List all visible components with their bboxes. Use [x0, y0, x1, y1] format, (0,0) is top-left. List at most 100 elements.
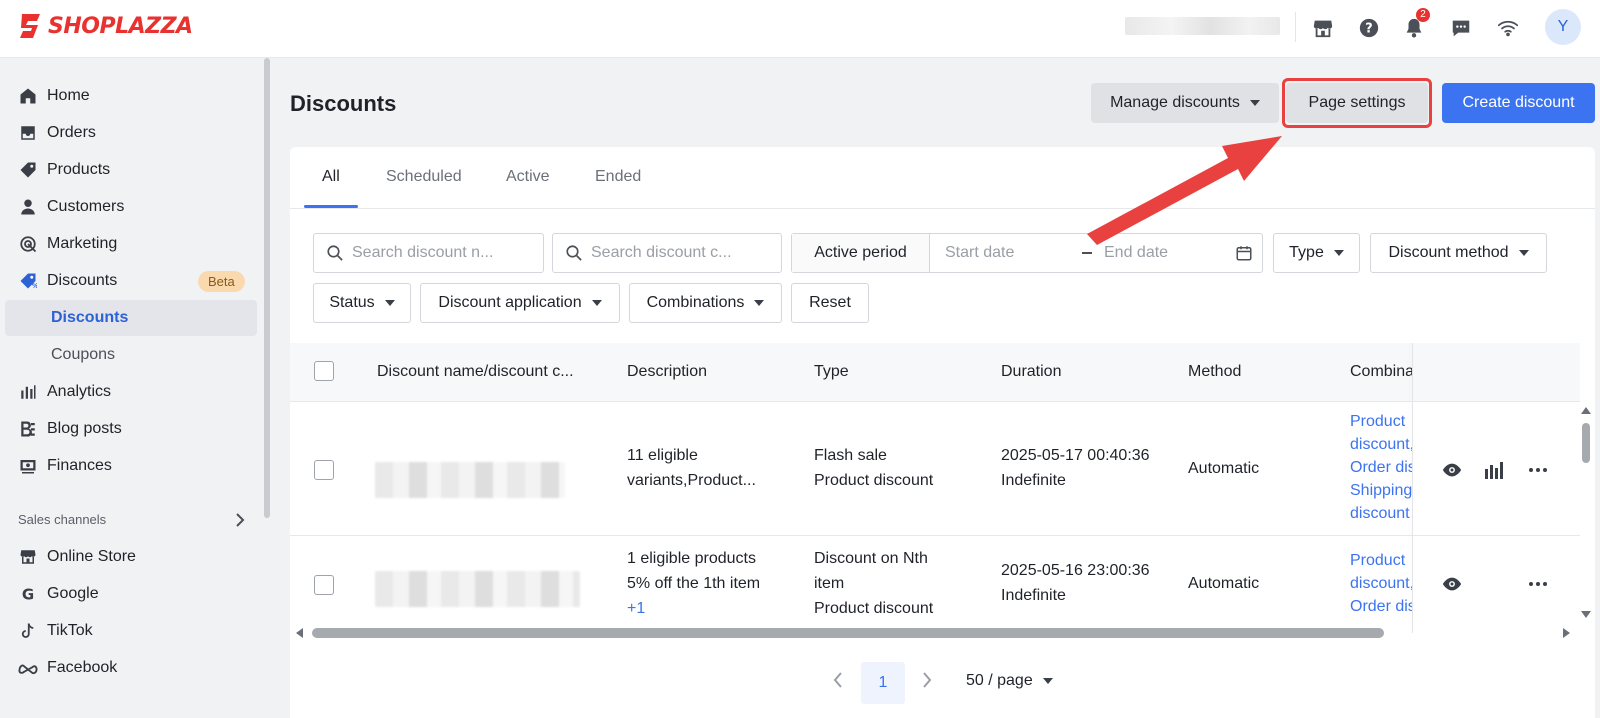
caret-down-icon: [384, 300, 395, 306]
sidebar-item-facebook[interactable]: Facebook: [5, 650, 257, 686]
vertical-scrollbar[interactable]: [1582, 423, 1590, 463]
search-icon: [326, 244, 344, 262]
sidebar-item-label: Home: [47, 87, 90, 104]
column-header-name[interactable]: Discount name/discount c...: [377, 363, 574, 381]
sidebar-item-label: Orders: [47, 124, 96, 141]
sidebar-item-label: Discounts: [47, 272, 118, 289]
person-icon: [18, 197, 38, 217]
more-icon[interactable]: [1526, 572, 1550, 596]
analytics-icon[interactable]: [1482, 458, 1506, 482]
sidebar-item-orders[interactable]: Orders: [5, 115, 257, 151]
create-discount-button[interactable]: Create discount: [1442, 83, 1595, 123]
discount-tag-icon: %: [18, 271, 38, 291]
store-name-blurred[interactable]: [1125, 17, 1280, 35]
caret-down-icon: [754, 300, 765, 306]
start-date-input[interactable]: [945, 234, 1070, 272]
more-icon[interactable]: [1526, 458, 1550, 482]
sidebar-item-label: Finances: [47, 457, 112, 474]
sidebar-item-products[interactable]: Products: [5, 152, 257, 188]
active-period-label: Active period: [792, 234, 930, 272]
column-header-combinations: Combina: [1350, 363, 1412, 380]
discount-application-filter[interactable]: Discount application: [420, 283, 620, 323]
status-filter[interactable]: Status: [313, 283, 411, 323]
row-method: Automatic: [1188, 575, 1260, 592]
eye-icon[interactable]: [1440, 458, 1464, 482]
more-link[interactable]: +1: [627, 596, 760, 621]
select-all-checkbox[interactable]: [314, 361, 334, 381]
scroll-left-arrow[interactable]: [296, 628, 303, 638]
tab-scheduled[interactable]: Scheduled: [386, 168, 462, 186]
page-size-select[interactable]: 50 / page: [966, 672, 1053, 690]
sidebar: Home Orders Products Customers Marketing…: [0, 58, 270, 718]
row-checkbox[interactable]: [314, 575, 334, 595]
notification-badge: 2: [1416, 8, 1430, 22]
sidebar-item-google[interactable]: G Google: [5, 576, 257, 612]
row-combinations: Product discount, Order dis: [1350, 552, 1412, 615]
top-divider: [1295, 12, 1296, 42]
sidebar-item-blog-posts[interactable]: Blog posts: [5, 411, 257, 447]
beta-badge: Beta: [198, 271, 245, 292]
discount-method-filter[interactable]: Discount method: [1370, 233, 1547, 273]
sidebar-item-label: TikTok: [47, 622, 93, 639]
svg-text:?: ?: [1365, 22, 1372, 37]
svg-text:%: %: [32, 282, 37, 290]
scroll-up-arrow[interactable]: [1581, 407, 1591, 414]
sidebar-item-discounts[interactable]: % Discounts Beta: [5, 263, 257, 299]
sidebar-item-online-store[interactable]: Online Store: [5, 539, 257, 575]
row-combinations: Product discount, Order dis Shipping dis…: [1350, 413, 1412, 522]
chevron-right-icon[interactable]: [234, 513, 246, 531]
tiktok-icon: [18, 621, 38, 641]
column-header-type: Type: [814, 363, 849, 380]
sidebar-item-tiktok[interactable]: TikTok: [5, 613, 257, 649]
wifi-icon[interactable]: [1496, 16, 1520, 40]
sidebar-subitem-coupons[interactable]: Coupons: [5, 337, 257, 373]
type-filter[interactable]: Type: [1273, 233, 1360, 273]
storefront-icon[interactable]: [1311, 16, 1335, 40]
bar-chart-icon: [18, 382, 38, 402]
tab-all[interactable]: All: [322, 168, 340, 186]
tab-ended[interactable]: Ended: [595, 168, 641, 186]
search-code-input[interactable]: [591, 244, 761, 262]
meta-icon: [18, 658, 38, 678]
end-date-input[interactable]: [1104, 234, 1224, 272]
previous-page-icon[interactable]: [833, 672, 843, 692]
logo-text: SHOPLAZZA: [48, 13, 193, 39]
help-icon[interactable]: ?: [1357, 16, 1381, 40]
date-separator: [1082, 252, 1092, 254]
tab-active[interactable]: Active: [506, 168, 550, 186]
eye-icon[interactable]: [1440, 572, 1464, 596]
combinations-filter[interactable]: Combinations: [629, 283, 782, 323]
sidebar-subitem-discounts[interactable]: Discounts: [5, 300, 257, 336]
sidebar-item-marketing[interactable]: Marketing: [5, 226, 257, 262]
sidebar-item-label: Discounts: [51, 309, 129, 326]
chat-icon[interactable]: [1449, 16, 1473, 40]
finance-icon: [18, 456, 38, 476]
manage-discounts-button[interactable]: Manage discounts: [1091, 83, 1279, 123]
caret-down-icon: [1518, 250, 1529, 256]
sidebar-item-analytics[interactable]: Analytics: [5, 374, 257, 410]
discount-name-blurred[interactable]: [375, 571, 580, 607]
page-number-button[interactable]: 1: [861, 662, 905, 704]
store-icon: [18, 547, 38, 567]
sidebar-item-label: Marketing: [47, 235, 118, 252]
next-page-icon[interactable]: [922, 672, 932, 692]
sidebar-scrollbar[interactable]: [264, 58, 270, 518]
sidebar-item-customers[interactable]: Customers: [5, 189, 257, 225]
discount-name-blurred[interactable]: [375, 462, 565, 498]
scroll-down-arrow[interactable]: [1581, 611, 1591, 618]
sidebar-item-label: Blog posts: [47, 420, 122, 437]
search-name-input[interactable]: [352, 244, 522, 262]
reset-button[interactable]: Reset: [791, 283, 869, 323]
avatar[interactable]: Y: [1545, 9, 1581, 45]
calendar-icon[interactable]: [1235, 244, 1253, 266]
logo[interactable]: SHOPLAZZA: [18, 12, 193, 40]
horizontal-scrollbar[interactable]: [312, 628, 1384, 638]
tag-icon: [18, 160, 38, 180]
sidebar-item-home[interactable]: Home: [5, 78, 257, 114]
row-checkbox[interactable]: [314, 460, 334, 480]
blog-icon: [18, 419, 38, 439]
sidebar-item-finances[interactable]: Finances: [5, 448, 257, 484]
scroll-right-arrow[interactable]: [1563, 628, 1570, 638]
caret-down-icon: [1333, 250, 1344, 256]
sales-channels-label: Sales channels: [18, 512, 107, 527]
